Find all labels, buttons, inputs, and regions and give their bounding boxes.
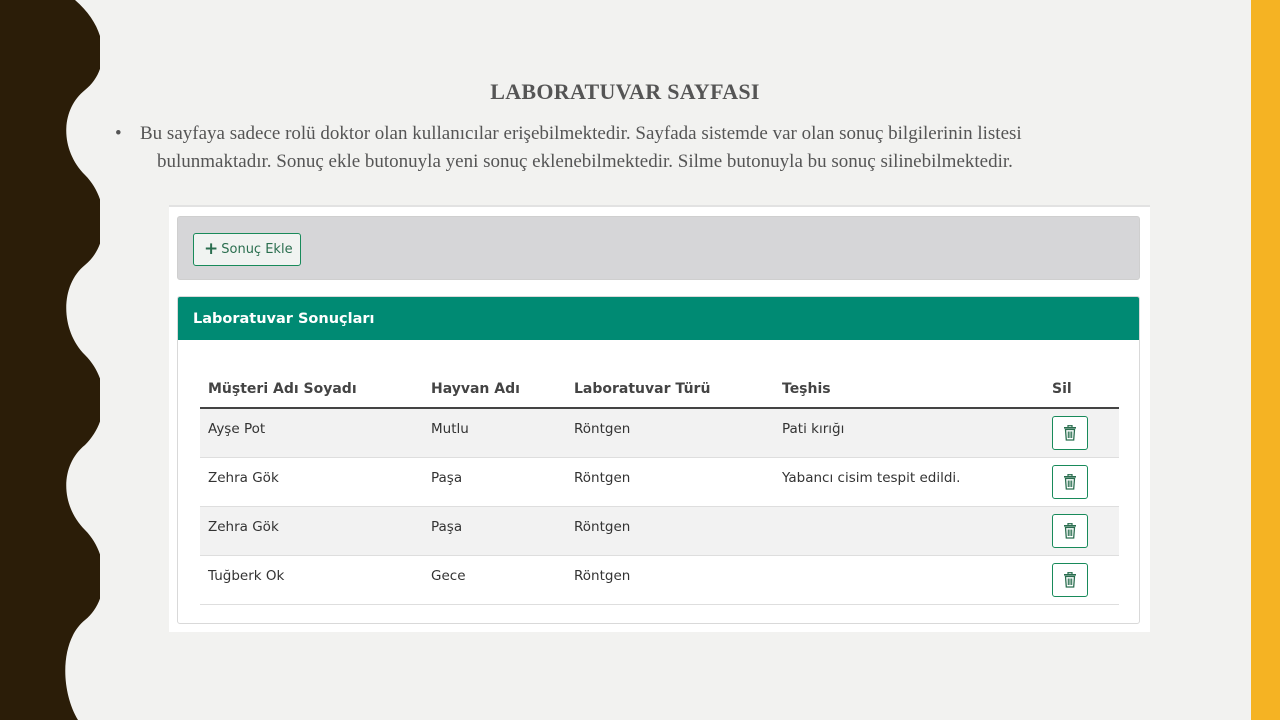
table-row: Ayşe Pot Mutlu Röntgen Pati kırığı	[200, 408, 1119, 458]
header-customer: Müşteri Adı Soyadı	[200, 371, 423, 409]
delete-button[interactable]	[1052, 416, 1088, 450]
header-animal: Hayvan Adı	[423, 371, 566, 409]
cell-lab-type: Röntgen	[566, 555, 774, 605]
bullet-line-2: bulunmaktadır. Sonuç ekle butonuyla yeni…	[157, 151, 1013, 172]
cell-customer: Zehra Gök	[200, 457, 423, 507]
slide-bullet: • Bu sayfaya sadece rolü doktor olan kul…	[115, 120, 1155, 176]
table-row: Tuğberk Ok Gece Röntgen	[200, 555, 1119, 605]
add-result-button[interactable]: + Sonuç Ekle	[193, 233, 301, 266]
cell-diagnosis: Yabancı cisim tespit edildi.	[774, 457, 1044, 507]
cell-animal: Paşa	[423, 506, 566, 556]
delete-button[interactable]	[1052, 513, 1088, 548]
cell-animal: Paşa	[423, 457, 566, 507]
cell-diagnosis	[774, 555, 1044, 605]
panel-title: Laboratuvar Sonuçları	[178, 297, 1139, 340]
app-screenshot: + Sonuç Ekle Laboratuvar Sonuçları Müşte…	[169, 205, 1150, 632]
table-header-row: Müşteri Adı Soyadı Hayvan Adı Laboratuva…	[200, 371, 1119, 409]
bullet-icon: •	[115, 123, 122, 144]
left-wave-decoration	[0, 0, 100, 720]
cell-customer: Tuğberk Ok	[200, 555, 423, 605]
results-table: Müşteri Adı Soyadı Hayvan Adı Laboratuva…	[200, 371, 1119, 605]
trash-icon	[1064, 425, 1076, 441]
results-panel: Laboratuvar Sonuçları Müşteri Adı Soyadı…	[177, 296, 1140, 624]
trash-icon	[1064, 571, 1076, 588]
cell-animal: Gece	[423, 555, 566, 605]
cell-lab-type: Röntgen	[566, 506, 774, 556]
table-row: Zehra Gök Paşa Röntgen Yabancı cisim tes…	[200, 457, 1119, 507]
delete-button[interactable]	[1052, 562, 1088, 597]
header-delete: Sil	[1044, 371, 1119, 409]
plus-icon: +	[204, 239, 219, 259]
bullet-line-1: Bu sayfaya sadece rolü doktor olan kulla…	[140, 123, 1022, 144]
table-row: Zehra Gök Paşa Röntgen	[200, 506, 1119, 556]
cell-customer: Ayşe Pot	[200, 408, 423, 458]
cell-customer: Zehra Gök	[200, 506, 423, 556]
delete-button[interactable]	[1052, 464, 1088, 499]
header-diagnosis: Teşhis	[774, 371, 1044, 409]
cell-diagnosis: Pati kırığı	[774, 408, 1044, 458]
cell-diagnosis	[774, 506, 1044, 556]
right-accent-bar	[1251, 0, 1280, 720]
slide-title: LABORATUVAR SAYFASI	[490, 79, 760, 104]
header-lab-type: Laboratuvar Türü	[566, 371, 774, 409]
add-result-label: Sonuç Ekle	[221, 242, 293, 257]
cell-lab-type: Röntgen	[566, 408, 774, 458]
toolbar: + Sonuç Ekle	[177, 216, 1140, 280]
trash-icon	[1064, 473, 1076, 490]
trash-icon	[1064, 522, 1076, 539]
cell-lab-type: Röntgen	[566, 457, 774, 507]
cell-animal: Mutlu	[423, 408, 566, 458]
